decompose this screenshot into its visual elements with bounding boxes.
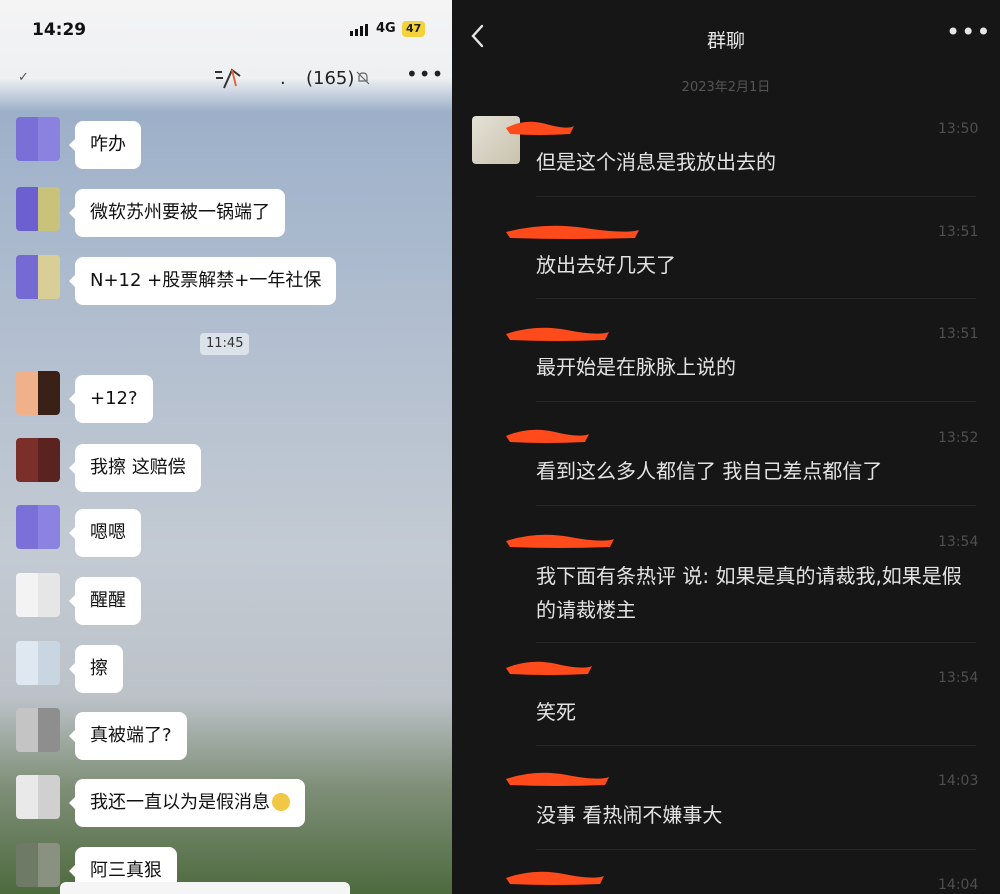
message-bubble[interactable]: 擦 (69, 645, 123, 693)
message-text: 阿三真狠 (90, 860, 162, 881)
redacted-sender-name (506, 429, 589, 443)
message-bubble[interactable]: 醒醒 (69, 577, 141, 625)
avatar[interactable] (16, 371, 60, 415)
message-text: 没事 看热闹不嫌事大 (536, 803, 723, 827)
message-time: 13:51 (938, 326, 979, 342)
message-time: 13:54 (938, 670, 979, 686)
laughing-emoji (272, 793, 290, 811)
redacted-sender-name (506, 871, 604, 885)
message-text: 放出去好几天了 (536, 253, 676, 277)
redacted-sender-name (506, 327, 609, 341)
message-text: 但是这个消息是我放出去的 (536, 150, 776, 174)
member-count: (165) (306, 68, 355, 89)
redacted-sender-name (506, 225, 639, 239)
more-options-icon[interactable]: ••• (406, 62, 444, 86)
redacted-sender-name (506, 534, 614, 548)
avatar[interactable] (16, 255, 60, 299)
right-chat-screenshot: 群聊 ••• 2023年2月1日 13:50 但是这个消息是我放出去的 13:51 放… (452, 0, 1000, 894)
time-divider: 11:45 (200, 333, 250, 355)
message-bubble[interactable]: 嗯嗯 (69, 509, 141, 557)
message-text: 我擦 这赔偿 (90, 457, 186, 478)
network-type: 4G (376, 21, 396, 36)
message-divider (536, 642, 976, 643)
message-text: N+12 +股票解禁+一年社保 (90, 270, 322, 291)
avatar[interactable] (16, 505, 60, 549)
more-options-icon[interactable]: ••• (946, 18, 991, 46)
date-divider: 2023年2月1日 (681, 80, 771, 95)
message-input[interactable] (60, 882, 350, 894)
back-icon[interactable]: ✓ (18, 70, 29, 85)
message-time: 13:50 (938, 121, 979, 137)
battery-level: 47 (402, 21, 426, 37)
message-text: 擦 (90, 658, 108, 679)
message-time: 13:52 (938, 430, 979, 446)
message-text: 看到这么多人都信了 我自己差点都信了 (536, 459, 883, 483)
message-divider (536, 298, 976, 299)
signal-icon (350, 24, 370, 36)
message-divider (536, 745, 976, 746)
message-divider (536, 505, 976, 506)
avatar[interactable] (16, 775, 60, 819)
avatar[interactable] (16, 641, 60, 685)
message-text: 醒醒 (90, 590, 126, 611)
message-text: 真被端了? (90, 725, 172, 746)
message-text: 微软苏州要被一锅端了 (90, 202, 270, 223)
avatar[interactable] (16, 438, 60, 482)
message-text: 我下面有条热评 说: 如果是真的请裁我,如果是假的请裁楼主 (536, 564, 962, 622)
redacted-group-name (215, 68, 241, 89)
redacted-sender-name (506, 772, 609, 786)
message-text: +12? (90, 388, 138, 409)
message-bubble[interactable]: +12? (69, 375, 153, 423)
left-header: 14:29 4G 47 ✓ . (165) ••• (0, 0, 452, 112)
message-bubble[interactable]: 我还一直以为是假消息 (69, 779, 305, 827)
message-bubble[interactable]: 真被端了? (69, 712, 187, 760)
message-divider (536, 196, 976, 197)
message-text: 咋办 (90, 134, 126, 155)
message-time: 14:04 (938, 877, 979, 893)
message-bubble[interactable]: 我擦 这赔偿 (69, 444, 201, 492)
message-time: 14:03 (938, 773, 979, 789)
message-text: 我还一直以为是假消息 (90, 792, 270, 813)
left-chat-screenshot: 14:29 4G 47 ✓ . (165) ••• 咋办微软苏州要被一锅端了 N+… (0, 0, 452, 894)
redacted-sender-name (506, 121, 574, 135)
message-time: 13:54 (938, 534, 979, 550)
avatar[interactable] (16, 843, 60, 887)
chat-title: 群聊 (706, 30, 745, 52)
message-bubble[interactable]: 咋办 (69, 121, 141, 169)
avatar[interactable] (16, 117, 60, 161)
message-bubble[interactable]: N+12 +股票解禁+一年社保 (68, 257, 337, 305)
status-time: 14:29 (32, 20, 87, 40)
message-bubble[interactable]: 微软苏州要被一锅端了 (69, 189, 285, 237)
message-divider (536, 849, 976, 850)
message-text: 最开始是在脉脉上说的 (536, 355, 736, 379)
message-time: 13:51 (938, 224, 979, 240)
avatar[interactable] (16, 187, 60, 231)
message-text: 嗯嗯 (90, 522, 126, 543)
avatar[interactable] (16, 573, 60, 617)
message-divider (536, 401, 976, 402)
redacted-sender-name (506, 661, 592, 675)
message-text: 笑死 (536, 700, 576, 724)
group-name-separator: . (280, 68, 286, 89)
mute-bell-icon (356, 71, 370, 85)
avatar[interactable] (16, 708, 60, 752)
